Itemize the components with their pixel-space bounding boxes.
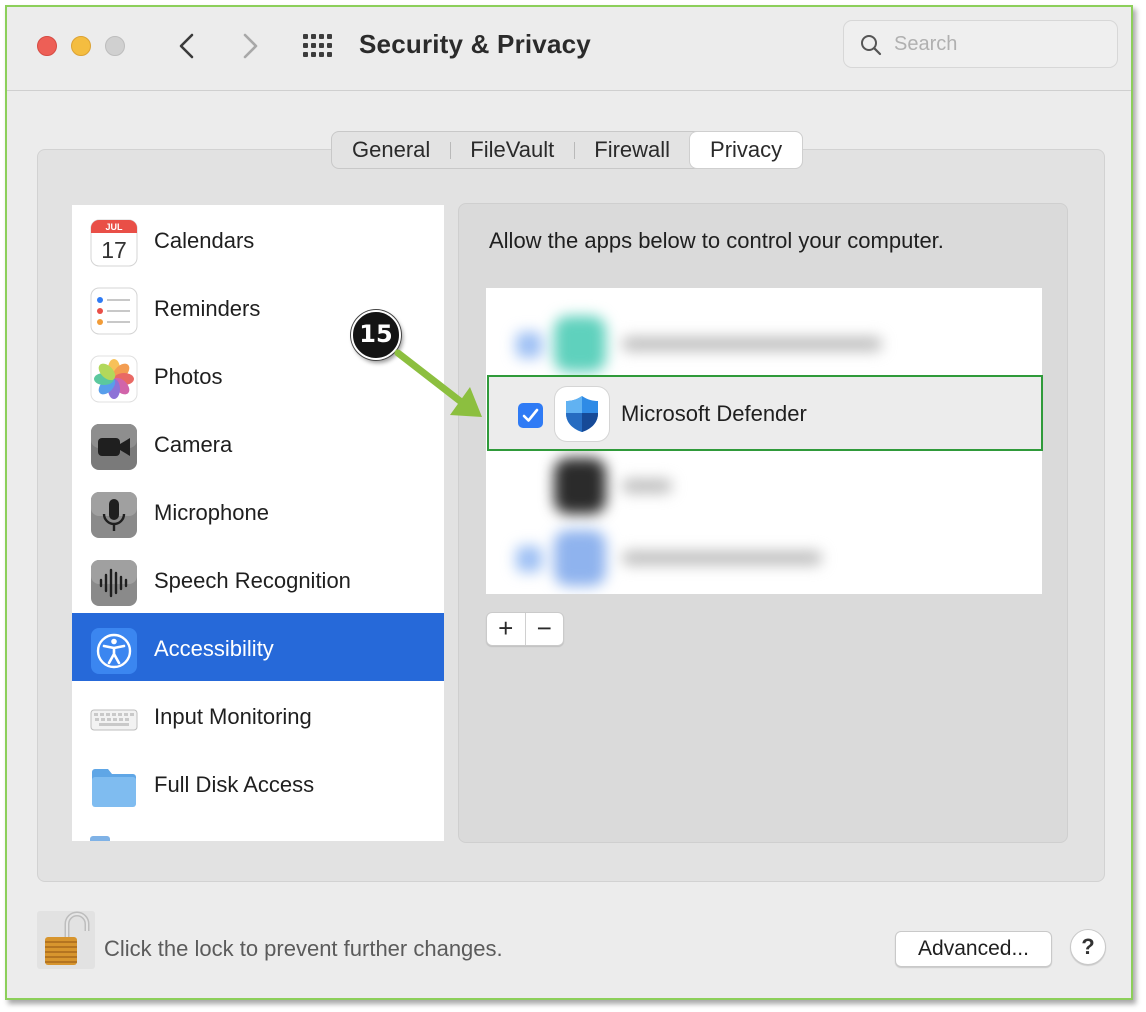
search-field[interactable]	[843, 20, 1118, 68]
forward-button[interactable]	[235, 31, 265, 61]
privacy-category-list: JUL 17 Calendars Reminders Photos Camera…	[72, 205, 444, 841]
app-name: Microsoft Defender	[621, 401, 807, 426]
blurred-app-row	[486, 450, 1042, 520]
search-icon	[861, 35, 882, 56]
lock-button[interactable]	[37, 911, 95, 969]
svg-text:JUL: JUL	[105, 222, 123, 232]
show-all-grid-button[interactable]	[301, 32, 335, 60]
title-bar: Security & Privacy	[7, 7, 1131, 91]
tab-filevault[interactable]: FileVault	[450, 132, 574, 168]
minimize-window-button[interactable]	[71, 36, 91, 56]
sidebar-item-label: Photos	[154, 364, 223, 389]
sidebar-item-label: Speech Recognition	[154, 568, 351, 593]
tab-privacy[interactable]: Privacy	[690, 132, 803, 168]
unlocked-padlock-icon	[45, 911, 90, 965]
tab-bar: General FileVault Firewall Privacy	[331, 131, 804, 169]
svg-text:17: 17	[101, 237, 127, 263]
add-app-button[interactable]: +	[487, 613, 525, 645]
sidebar-item-calendars[interactable]: JUL 17 Calendars	[72, 205, 444, 273]
sidebar-item-speech-recognition[interactable]: Speech Recognition	[72, 545, 444, 613]
advanced-button[interactable]: Advanced...	[895, 931, 1052, 967]
grid-icon	[303, 34, 332, 57]
search-input[interactable]	[894, 29, 1104, 59]
keyboard-icon	[90, 709, 138, 731]
zoom-window-button[interactable]	[105, 36, 125, 56]
app-row-microsoft-defender[interactable]: Microsoft Defender	[487, 375, 1043, 451]
tab-general[interactable]: General	[332, 132, 450, 168]
sidebar-item-label: Camera	[154, 432, 233, 457]
camera-icon	[91, 424, 137, 470]
close-window-button[interactable]	[37, 36, 57, 56]
remove-app-button[interactable]: −	[524, 613, 564, 645]
sidebar-item-camera[interactable]: Camera	[72, 409, 444, 477]
next-item-icon-peek	[90, 836, 110, 841]
lock-status-text: Click the lock to prevent further change…	[104, 936, 503, 961]
security-privacy-window: Security & Privacy General FileVault Fir…	[5, 5, 1133, 1000]
sidebar-item-label: Reminders	[154, 296, 261, 321]
blurred-app-row	[486, 308, 1042, 378]
reminders-icon	[90, 287, 138, 335]
accessibility-icon	[91, 628, 137, 674]
microphone-icon	[91, 492, 137, 538]
speech-recognition-icon	[91, 560, 137, 606]
annotation-arrow-icon	[394, 349, 482, 417]
tab-firewall[interactable]: Firewall	[574, 132, 690, 168]
folder-icon	[92, 769, 136, 807]
help-button[interactable]: ?	[1070, 929, 1106, 965]
back-button[interactable]	[172, 31, 202, 61]
checkmark-icon	[522, 408, 539, 422]
panel-description: Allow the apps below to control your com…	[489, 228, 944, 253]
sidebar-item-accessibility[interactable]: Accessibility	[72, 613, 444, 681]
microsoft-defender-shield-icon	[555, 387, 609, 441]
accessibility-panel: Allow the apps below to control your com…	[458, 203, 1068, 843]
sidebar-item-full-disk-access[interactable]: Full Disk Access	[72, 749, 444, 817]
photos-icon	[90, 355, 138, 403]
sidebar-item-input-monitoring[interactable]: Input Monitoring	[72, 681, 444, 749]
add-remove-control: + −	[486, 612, 564, 646]
window-title: Security & Privacy	[359, 29, 591, 59]
microsoft-defender-checkbox[interactable]	[518, 403, 543, 428]
sidebar-item-microphone[interactable]: Microphone	[72, 477, 444, 545]
chevron-right-icon	[243, 33, 258, 59]
blurred-app-row	[486, 522, 1042, 592]
sidebar-item-label: Input Monitoring	[154, 704, 312, 729]
chevron-left-icon	[179, 33, 194, 59]
calendar-icon: JUL 17	[90, 219, 138, 267]
sidebar-item-label: Calendars	[154, 228, 255, 253]
sidebar-item-label: Accessibility	[154, 636, 274, 661]
sidebar-item-label: Full Disk Access	[154, 772, 315, 797]
sidebar-item-label: Microphone	[154, 500, 269, 525]
